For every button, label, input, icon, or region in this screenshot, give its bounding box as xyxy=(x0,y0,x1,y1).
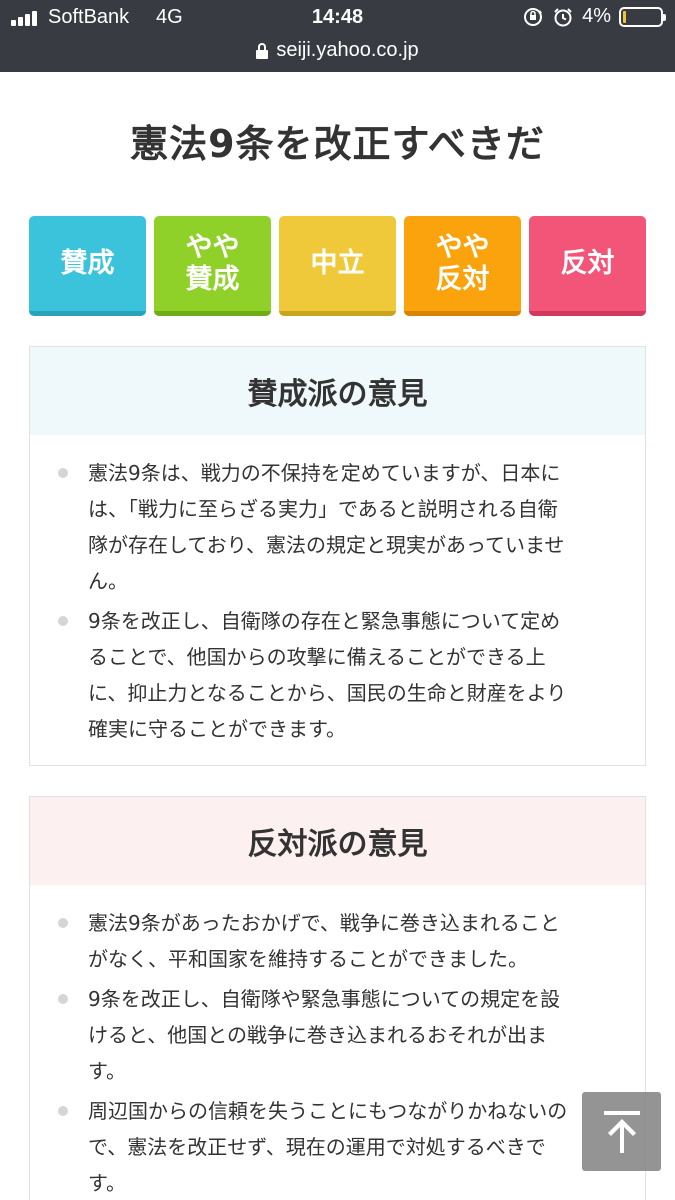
opinion-line: 憲法9条があったおかげで、戦争に巻き込まれること xyxy=(88,911,560,935)
opinion-line: がなく、平和国家を維持することができました。 xyxy=(88,947,528,971)
pro-opinions-panel: 賛成派の意見 憲法9条は、戦力の不保持を定めていますが、日本に は、「戦力に至ら… xyxy=(29,346,646,766)
opinion-line: ることで、他国からの攻撃に備えることができる上 xyxy=(88,645,546,669)
pro-opinions-list: 憲法9条は、戦力の不保持を定めていますが、日本に は、「戦力に至らざる実力」であ… xyxy=(30,435,645,747)
status-indicators: 4% xyxy=(522,5,666,28)
arrow-up-icon xyxy=(603,1110,640,1153)
browser-chrome: SoftBank 4G 14:48 4% seiji.yahoo.co.jp xyxy=(0,0,675,72)
opinion-line: す。 xyxy=(88,1059,126,1083)
vote-choices: 賛成 やや 賛成 中立 やや 反対 反対 xyxy=(29,216,646,316)
opinion-line: 憲法9条は、戦力の不保持を定めていますが、日本に xyxy=(88,461,561,485)
opinion-line: ん。 xyxy=(88,569,128,593)
opinion-line: 9条を改正し、自衛隊の存在と緊急事態について定め xyxy=(88,609,561,633)
battery-percent: 4% xyxy=(582,5,611,27)
choice-disagree-button[interactable]: 反対 xyxy=(529,216,646,316)
scroll-to-top-button[interactable] xyxy=(582,1092,661,1171)
opinion-item: 9条を改正し、自衛隊の存在と緊急事態について定め ることで、他国からの攻撃に備え… xyxy=(58,603,615,747)
choice-somewhat-disagree-button[interactable]: やや 反対 xyxy=(404,216,521,316)
con-opinions-panel: 反対派の意見 憲法9条があったおかげで、戦争に巻き込まれること がなく、平和国家… xyxy=(29,796,646,1200)
opinion-line: 9条を改正し、自衛隊や緊急事態についての規定を設 xyxy=(88,987,561,1011)
opinion-line: に、抑止力となることから、国民の生命と財産をより xyxy=(88,681,567,705)
opinion-item: 9条を改正し、自衛隊や緊急事態についての規定を設 けると、他国との戦争に巻き込ま… xyxy=(58,981,615,1089)
opinion-line: は、「戦力に至らざる実力」であると説明される自衛 xyxy=(88,497,558,521)
alarm-icon xyxy=(554,7,572,26)
opinion-line: す。 xyxy=(88,1171,126,1195)
status-bar: SoftBank 4G 14:48 4% xyxy=(0,0,675,34)
choice-agree-button[interactable]: 賛成 xyxy=(29,216,146,316)
opinion-item: 周辺国からの信頼を失うことにもつながりかねないの で、憲法を改正せず、現在の運用… xyxy=(58,1093,615,1200)
choice-neutral-button[interactable]: 中立 xyxy=(279,216,396,316)
battery-icon xyxy=(619,6,666,27)
con-opinions-heading: 反対派の意見 xyxy=(30,797,645,885)
url-text[interactable]: seiji.yahoo.co.jp xyxy=(276,39,418,62)
address-bar[interactable]: seiji.yahoo.co.jp xyxy=(0,34,675,72)
opinion-item: 憲法9条は、戦力の不保持を定めていますが、日本に は、「戦力に至らざる実力」であ… xyxy=(58,455,615,599)
page-title: 憲法9条を改正すべきだ xyxy=(130,122,545,166)
opinion-line: 周辺国からの信頼を失うことにもつながりかねないの xyxy=(88,1099,568,1123)
opinion-line: 隊が存在しており、憲法の規定と現実があっていませ xyxy=(88,533,565,557)
pro-opinions-heading: 賛成派の意見 xyxy=(30,347,645,435)
opinion-line: 確実に守ることができます。 xyxy=(88,717,346,741)
lock-icon xyxy=(256,43,269,59)
choice-somewhat-agree-button[interactable]: やや 賛成 xyxy=(154,216,271,316)
opinion-line: で、憲法を改正せず、現在の運用で対処するべきで xyxy=(88,1135,546,1159)
orientation-lock-icon xyxy=(524,7,543,26)
opinion-item: 憲法9条があったおかげで、戦争に巻き込まれること がなく、平和国家を維持すること… xyxy=(58,905,615,977)
con-opinions-list: 憲法9条があったおかげで、戦争に巻き込まれること がなく、平和国家を維持すること… xyxy=(30,885,645,1200)
opinion-line: けると、他国との戦争に巻き込まれるおそれが出ま xyxy=(88,1023,547,1047)
